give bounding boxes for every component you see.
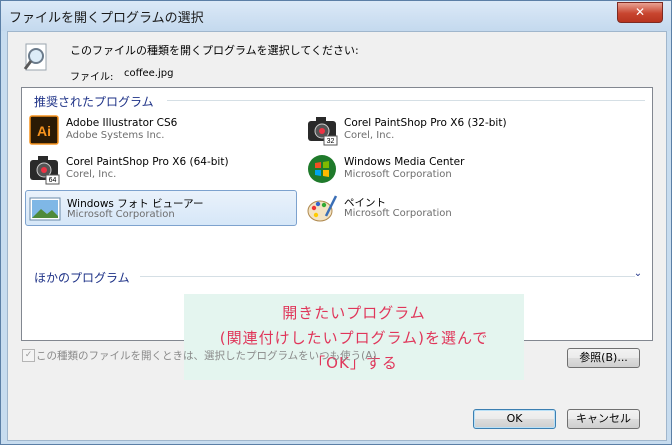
browse-button[interactable]: 参照(B)...	[567, 348, 640, 368]
paintshop-64-icon: 64	[30, 156, 60, 185]
other-programs-divider	[140, 276, 635, 277]
illustrator-icon: Ai	[29, 115, 59, 145]
paintshop-32-icon: 32	[308, 117, 338, 146]
cancel-button[interactable]: キャンセル	[567, 409, 640, 429]
photo-viewer-icon	[29, 197, 61, 221]
other-programs-label[interactable]: ほかのプログラム	[34, 269, 130, 286]
program-list[interactable]: 推奨されたプログラム Ai Adobe Illustrator CS6 Adob…	[21, 87, 653, 380]
annotation-line-1: 開きたいプログラム	[282, 304, 426, 322]
window-title: ファイルを開くプログラムの選択	[9, 11, 204, 26]
always-use-checkbox[interactable]: ✓	[22, 349, 35, 362]
program-vendor: Microsoft Corporation	[344, 169, 452, 180]
svg-text:32: 32	[327, 138, 335, 145]
file-label: ファイル:	[70, 72, 114, 83]
program-name: Corel PaintShop Pro X6 (32-bit)	[344, 117, 507, 129]
program-item-media-center[interactable]: Windows Media Center Microsoft Corporati…	[303, 151, 575, 187]
program-vendor: Corel, Inc.	[344, 130, 395, 141]
annotation-line-2: (関連付けしたいプログラム)を選んで	[219, 329, 489, 347]
program-item-paintshop-32[interactable]: 32 Corel PaintShop Pro X6 (32-bit) Corel…	[303, 112, 575, 148]
ok-button[interactable]: OK	[473, 409, 556, 429]
media-center-icon	[308, 155, 336, 183]
program-vendor: Microsoft Corporation	[67, 209, 175, 220]
svg-text:Ai: Ai	[37, 123, 51, 139]
title-bar[interactable]: ファイルを開くプログラムの選択 ✕	[1, 1, 671, 31]
close-button[interactable]: ✕	[617, 2, 663, 23]
program-vendor: Adobe Systems Inc.	[66, 130, 165, 141]
magnifier-document-icon	[23, 43, 47, 71]
program-item-paint[interactable]: ペイント Microsoft Corporation	[303, 190, 575, 226]
program-vendor: Corel, Inc.	[66, 169, 117, 180]
program-item-photo-viewer[interactable]: Windows フォト ビューアー Microsoft Corporation	[25, 190, 297, 226]
program-name: Adobe Illustrator CS6	[66, 117, 178, 129]
program-name: Windows Media Center	[344, 156, 465, 168]
chevron-down-icon[interactable]: ⌄	[632, 268, 644, 280]
file-name: coffee.jpg	[124, 68, 174, 79]
svg-text:64: 64	[49, 177, 57, 184]
open-with-dialog: ファイルを開くプログラムの選択 ✕ このファイルの種類を開くプログラムを選択して…	[0, 0, 672, 445]
paint-icon	[307, 195, 338, 222]
annotation-overlay: 開きたいプログラム (関連付けしたいプログラム)を選んで 「OK」する	[184, 294, 524, 380]
program-name: Corel PaintShop Pro X6 (64-bit)	[66, 156, 229, 168]
instruction-text: このファイルの種類を開くプログラムを選択してください:	[70, 44, 359, 57]
program-item-illustrator[interactable]: Ai Adobe Illustrator CS6 Adobe Systems I…	[25, 112, 297, 148]
recommended-group-label: 推奨されたプログラム	[34, 93, 158, 110]
dialog-body: このファイルの種類を開くプログラムを選択してください: ファイル: coffee…	[7, 31, 667, 441]
group-divider	[167, 100, 645, 101]
program-vendor: Microsoft Corporation	[344, 208, 452, 219]
program-item-paintshop-64[interactable]: 64 Corel PaintShop Pro X6 (64-bit) Corel…	[25, 151, 297, 187]
always-use-label: この種類のファイルを開くときは、選択したプログラムをいつも使う(A)	[36, 350, 377, 362]
